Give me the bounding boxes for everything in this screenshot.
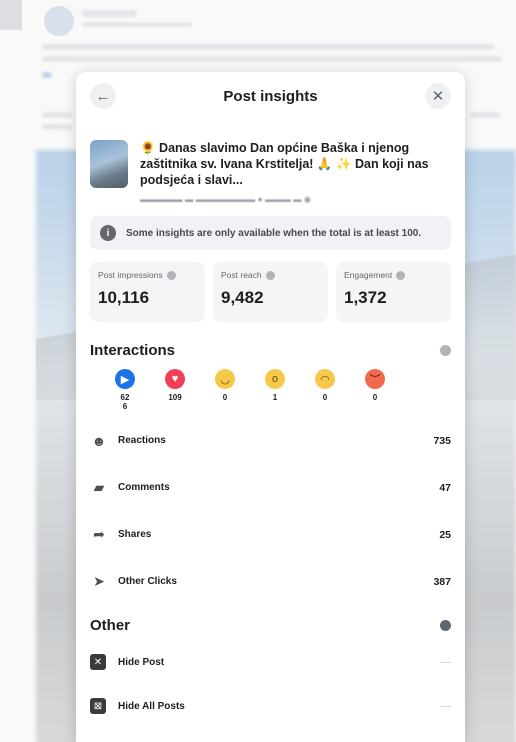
metric-value: 1,372: [344, 288, 387, 307]
reaction-wow: o 1: [250, 369, 300, 413]
other-title: Other: [90, 617, 131, 634]
other-label: Hide All Posts: [118, 700, 185, 712]
stat-value: 25: [439, 528, 451, 541]
stat-row-comments[interactable]: ▰ Comments 47: [76, 464, 465, 511]
interaction-stats: ☻ Reactions 735 ▰ Comments 47 ➦ Shares 2…: [76, 417, 465, 605]
sad-icon: ◠: [315, 369, 335, 389]
other-label: Hide Post: [118, 656, 165, 668]
reaction-breakdown: ▶ 62 6 ♥ 109 ◡ 0 o 1 ◠ 0 ︶ 0: [76, 359, 465, 413]
stat-value: 387: [433, 575, 451, 588]
stat-value: 735: [433, 434, 451, 447]
reaction-haha: ◡ 0: [200, 369, 250, 413]
interactions-header: Interactions: [76, 342, 465, 359]
angry-icon: ︶: [365, 369, 385, 389]
reaction-angry: ︶ 0: [350, 369, 400, 413]
other-stats: ✕ Hide Post — ⊠ Hide All Posts —: [76, 640, 465, 728]
stat-label: Other Clicks: [118, 576, 177, 587]
metric-engagement[interactable]: Engagement 1,372: [336, 262, 451, 322]
reaction-count: 62 6: [120, 393, 130, 411]
metric-post-impressions[interactable]: Post impressions 10,116: [90, 262, 205, 322]
insights-notice: i Some insights are only available when …: [90, 216, 451, 250]
back-arrow-icon: ←: [95, 87, 111, 105]
stat-value: 47: [439, 481, 451, 494]
reaction-count: 0: [222, 393, 228, 402]
metric-value: 9,482: [221, 288, 264, 307]
reaction-count: 0: [322, 393, 328, 402]
stat-label: Reactions: [118, 435, 166, 446]
hide-all-posts-icon: ⊠: [90, 698, 106, 714]
post-caption: 🌻 Danas slavimo Dan općine Baška i njeno…: [140, 141, 429, 187]
info-icon[interactable]: [265, 270, 275, 280]
haha-icon: ◡: [215, 369, 235, 389]
back-button[interactable]: ←: [90, 83, 116, 109]
reaction-sad: ◠ 0: [300, 369, 350, 413]
love-icon: ♥: [165, 369, 185, 389]
metric-label: Post impressions: [98, 270, 163, 280]
wow-icon: o: [265, 369, 285, 389]
shares-icon: ➦: [93, 526, 105, 542]
post-meta: ▬▬▬▬▬ ▬ ▬▬▬▬▬▬▬ ● ▬▬▬ ▬ ◉: [140, 194, 312, 204]
other-header: Other: [76, 617, 465, 634]
other-row-hide-all-posts[interactable]: ⊠ Hide All Posts —: [76, 684, 465, 728]
info-icon[interactable]: [440, 620, 451, 631]
post-thumbnail: [90, 140, 128, 188]
close-button[interactable]: ✕: [425, 83, 451, 109]
stat-row-reactions[interactable]: ☻ Reactions 735: [76, 417, 465, 464]
other-row-hide-post[interactable]: ✕ Hide Post —: [76, 640, 465, 684]
metrics-row: Post impressions 10,116 Post reach 9,482…: [76, 250, 465, 322]
reaction-count: 1: [272, 393, 278, 402]
close-icon: ✕: [431, 88, 445, 105]
stat-label: Shares: [118, 529, 152, 540]
dialog-title: Post insights: [223, 87, 318, 105]
stat-label: Comments: [118, 482, 170, 493]
post-summary[interactable]: 🌻 Danas slavimo Dan općine Baška i njeno…: [76, 120, 465, 204]
info-icon[interactable]: [440, 345, 451, 356]
reaction-love: ♥ 109: [150, 369, 200, 413]
metric-post-reach[interactable]: Post reach 9,482: [213, 262, 328, 322]
clicks-icon: ➤: [93, 573, 105, 589]
metric-label: Post reach: [221, 270, 262, 280]
other-value: —: [441, 656, 451, 668]
info-icon[interactable]: [166, 270, 176, 280]
metric-label: Engagement: [344, 270, 393, 280]
reaction-count: 0: [372, 393, 378, 402]
other-value: —: [441, 700, 451, 712]
comments-icon: ▰: [93, 479, 105, 495]
interactions-title: Interactions: [90, 342, 176, 359]
dialog-header: ← Post insights ✕: [76, 72, 465, 120]
like-icon: ▶: [115, 369, 135, 389]
reaction-like: ▶ 62 6: [100, 369, 150, 413]
reaction-count: 109: [168, 393, 182, 402]
reactions-icon: ☻: [91, 432, 107, 449]
metric-value: 10,116: [98, 288, 150, 307]
hide-post-icon: ✕: [90, 654, 106, 670]
stat-row-shares[interactable]: ➦ Shares 25: [76, 511, 465, 558]
info-icon: i: [100, 225, 116, 241]
notice-text: Some insights are only available when th…: [126, 227, 422, 239]
info-icon[interactable]: [396, 270, 406, 280]
stat-row-other-clicks[interactable]: ➤ Other Clicks 387: [76, 558, 465, 605]
post-insights-dialog: ← Post insights ✕ 🌻 Danas slavimo Dan op…: [76, 72, 465, 742]
